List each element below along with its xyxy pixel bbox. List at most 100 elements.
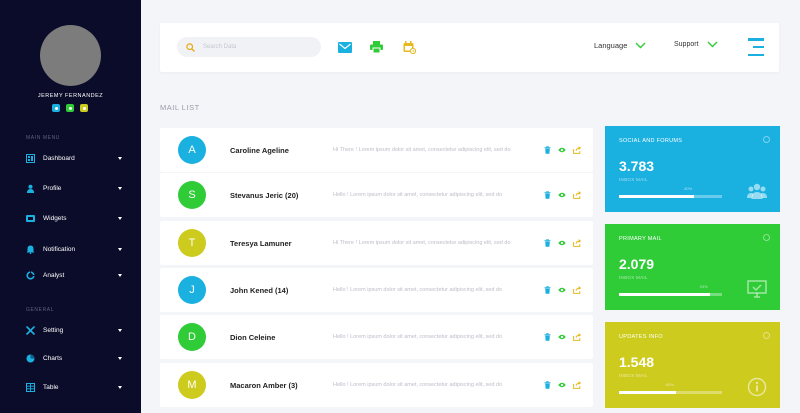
caret-down-icon — [118, 356, 122, 360]
sender-avatar: D — [178, 323, 206, 351]
language-dropdown[interactable]: Language — [594, 41, 646, 50]
sidebar-item-notification[interactable]: Notification — [26, 242, 122, 256]
sidebar: JEREMY FERNANDEZ MAIN MENU Dashboard Pro… — [0, 0, 141, 413]
eye-icon[interactable] — [558, 239, 566, 247]
menu-icon[interactable] — [748, 38, 764, 56]
sidebar-item-profile[interactable]: Profile — [26, 181, 122, 195]
stat-card[interactable]: PRIMARY MAIL 2.079 INBOX MAIL 93% — [605, 224, 780, 310]
sidebar-item-analyst[interactable]: Analyst — [26, 268, 122, 282]
sidebar-item-setting[interactable]: Setting — [26, 323, 122, 337]
trash-icon[interactable] — [543, 191, 551, 199]
trash-icon[interactable] — [543, 333, 551, 341]
status-dot[interactable] — [66, 104, 74, 112]
users-icon — [746, 180, 768, 202]
gear-icon[interactable] — [763, 136, 770, 143]
monitor-icon — [746, 278, 768, 300]
print-icon[interactable] — [369, 40, 383, 54]
gear-icon[interactable] — [763, 234, 770, 241]
share-icon[interactable] — [573, 239, 581, 247]
wrench-icon — [26, 325, 35, 335]
caret-down-icon — [118, 156, 122, 160]
stat-percent: 80% — [684, 186, 693, 191]
search-input[interactable]: Search Data — [203, 44, 236, 50]
sidebar-item-label: Notification — [43, 245, 76, 253]
sender-name: John Kened (14) — [230, 285, 289, 295]
progress-bar — [619, 293, 722, 296]
sender-avatar: J — [178, 276, 206, 304]
bell-icon — [26, 245, 35, 254]
eye-icon[interactable] — [558, 381, 566, 389]
sidebar-item-dashboard[interactable]: Dashboard — [26, 151, 122, 165]
mail-list-title: MAIL LIST — [160, 103, 200, 112]
progress-fill — [619, 195, 695, 198]
support-label: Support — [674, 41, 699, 48]
support-dropdown[interactable]: Support — [674, 41, 718, 48]
mail-row[interactable]: T Teresya Lamuner Hi There ! Lorem ipsum d… — [160, 221, 593, 265]
trash-icon[interactable] — [543, 146, 551, 154]
stat-card[interactable]: UPDATES INFO 1.548 INBOX MAIL 60% — [605, 322, 780, 408]
sidebar-item-charts[interactable]: Charts — [26, 351, 122, 365]
share-icon[interactable] — [573, 146, 581, 154]
eye-icon[interactable] — [558, 286, 566, 294]
trash-icon[interactable] — [543, 239, 551, 247]
dashboard-icon — [26, 153, 35, 163]
mail-row[interactable]: J John Kened (14) Hello ! Lorem ipsum dolo… — [160, 268, 593, 312]
share-icon[interactable] — [573, 286, 581, 294]
pie-chart-icon — [26, 354, 35, 363]
sidebar-item-label: Analyst — [43, 271, 65, 279]
user-name: JEREMY FERNANDEZ — [37, 93, 104, 99]
mail-preview: Hello ! Lorem ipsum dolor sit amet, cons… — [333, 334, 503, 340]
mail-row[interactable]: D Dion Celeine Hello ! Lorem ipsum dolor s… — [160, 315, 593, 359]
language-label: Language — [594, 41, 628, 50]
sidebar-item-label: Setting — [43, 326, 64, 334]
caret-down-icon — [118, 328, 122, 332]
stat-title: UPDATES INFO — [619, 334, 663, 340]
sidebar-item-table[interactable]: Table — [26, 380, 122, 394]
calendar-icon[interactable] — [402, 40, 416, 54]
mail-icon[interactable] — [338, 40, 352, 54]
mail-row[interactable]: A Caroline Ageline Hi There ! Lorem ipsum … — [160, 128, 593, 172]
eye-icon[interactable] — [558, 191, 566, 199]
progress-bar — [619, 391, 722, 394]
stat-title: SOCIAL AND FORUMS — [619, 138, 683, 144]
stat-percent: 93% — [699, 284, 708, 289]
share-icon[interactable] — [573, 333, 581, 341]
mail-row[interactable]: S Stevanus Jeric (20) Hello ! Lorem ipsum … — [160, 173, 593, 217]
sender-avatar: M — [178, 371, 206, 399]
sidebar-item-label: Charts — [43, 354, 63, 362]
info-icon — [746, 376, 768, 398]
search-box[interactable]: Search Data — [177, 37, 321, 57]
sender-name: Caroline Ageline — [230, 145, 289, 155]
stat-value: 1.548 — [619, 354, 655, 370]
stat-value: 3.783 — [619, 158, 655, 174]
mail-preview: Hello ! Lorem ipsum dolor sit amet, cons… — [333, 287, 503, 293]
table-icon — [26, 382, 35, 392]
stat-subtitle: INBOX MAIL — [619, 177, 648, 182]
stat-title: PRIMARY MAIL — [619, 236, 662, 242]
stat-percent: 60% — [665, 382, 674, 387]
caret-down-icon — [118, 385, 122, 389]
mail-row[interactable]: M Macaron Amber (3) Hello ! Lorem ipsum do… — [160, 363, 593, 407]
gear-icon[interactable] — [763, 332, 770, 339]
progress-fill — [619, 391, 676, 394]
mail-preview: Hi There ! Lorem ipsum dolor sit amet, c… — [333, 240, 511, 246]
stat-card[interactable]: SOCIAL AND FORUMS 3.783 INBOX MAIL 80% — [605, 126, 780, 212]
caret-down-icon — [118, 273, 122, 277]
trash-icon[interactable] — [543, 381, 551, 389]
status-dot[interactable] — [52, 104, 60, 112]
avatar[interactable] — [40, 25, 101, 86]
trash-icon[interactable] — [543, 286, 551, 294]
share-icon[interactable] — [573, 381, 581, 389]
stat-value: 2.079 — [619, 256, 655, 272]
sidebar-item-widgets[interactable]: Widgets — [26, 211, 122, 225]
general-label: GENERAL — [26, 307, 55, 313]
eye-icon[interactable] — [558, 146, 566, 154]
mail-preview: Hello ! Lorem ipsum dolor sit amet, cons… — [333, 192, 503, 198]
share-icon[interactable] — [573, 191, 581, 199]
chevron-down-icon — [707, 41, 718, 48]
sidebar-item-label: Table — [43, 383, 59, 391]
eye-icon[interactable] — [558, 333, 566, 341]
main-menu-label: MAIN MENU — [26, 135, 61, 141]
chevron-down-icon — [635, 42, 646, 49]
status-dot[interactable] — [80, 104, 88, 112]
